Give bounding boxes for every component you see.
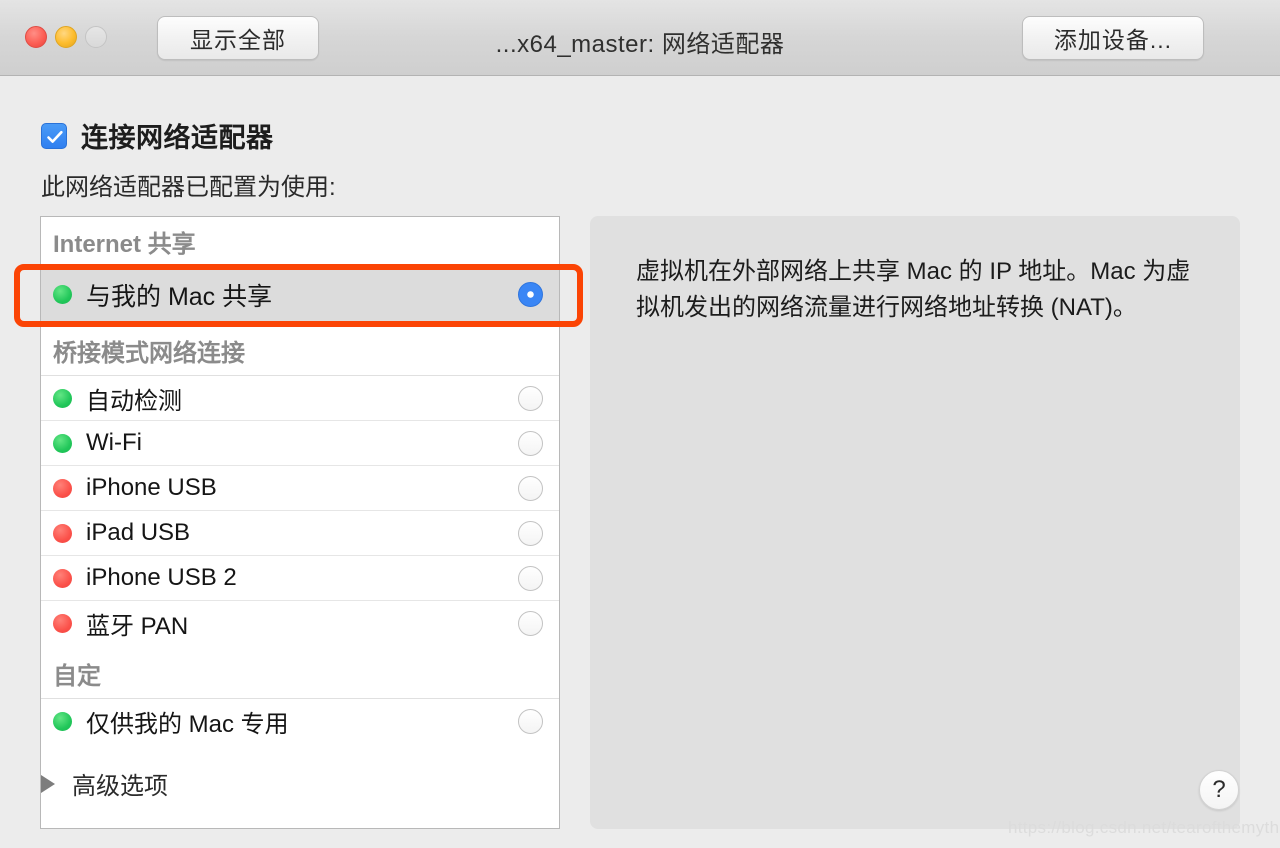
radio-button[interactable] — [518, 708, 543, 734]
dialog-content: 连接网络适配器 此网络适配器已配置为使用: Internet 共享 与我的 Ma… — [0, 76, 1280, 848]
list-item-label: Wi-Fi — [86, 429, 142, 456]
list-item-label: 仅供我的 Mac 专用 — [86, 710, 289, 738]
status-dot-green-icon — [53, 285, 72, 304]
advanced-options-disclosure[interactable]: 高级选项 — [41, 766, 168, 801]
radio-button[interactable] — [518, 565, 543, 591]
list-item-wifi[interactable]: Wi-Fi — [41, 421, 559, 465]
status-dot-red-icon — [53, 568, 72, 588]
radio-button-selected[interactable] — [518, 282, 543, 307]
list-item-label: iPhone USB — [86, 474, 217, 501]
list-item-share-with-my-mac[interactable]: 与我的 Mac 共享 — [41, 267, 559, 322]
list-item-iphone-usb[interactable]: iPhone USB — [41, 466, 559, 510]
help-button[interactable]: ? — [1199, 770, 1239, 810]
connect-adapter-label: 连接网络适配器 — [81, 123, 274, 153]
connect-adapter-checkbox-row[interactable]: 连接网络适配器 — [41, 116, 274, 155]
status-dot-red-icon — [53, 613, 72, 633]
list-item-label: 蓝牙 PAN — [86, 612, 189, 640]
advanced-options-label: 高级选项 — [72, 773, 168, 800]
list-item-ipad-usb[interactable]: iPad USB — [41, 511, 559, 555]
radio-button[interactable] — [518, 610, 543, 636]
radio-button[interactable] — [518, 385, 543, 411]
status-dot-green-icon — [53, 388, 72, 408]
chevron-right-icon[interactable] — [41, 774, 55, 793]
description-text: 虚拟机在外部网络上共享 Mac 的 IP 地址。Mac 为虚拟机发出的网络流量进… — [636, 258, 1191, 321]
status-dot-red-icon — [53, 478, 72, 498]
status-dot-green-icon — [53, 433, 72, 453]
list-item-iphone-usb-2[interactable]: iPhone USB 2 — [41, 556, 559, 600]
status-dot-green-icon — [53, 711, 72, 731]
radio-button[interactable] — [518, 520, 543, 546]
add-device-button[interactable]: 添加设备... — [1022, 16, 1204, 60]
list-item-bluetooth-pan[interactable]: 蓝牙 PAN — [41, 601, 559, 645]
group-header-internet-sharing: Internet 共享 — [41, 217, 559, 267]
list-item-label: iPad USB — [86, 519, 191, 546]
configured-for-label: 此网络适配器已配置为使用: — [41, 174, 336, 201]
description-panel: 虚拟机在外部网络上共享 Mac 的 IP 地址。Mac 为虚拟机发出的网络流量进… — [590, 216, 1240, 829]
checkmark-icon[interactable] — [41, 122, 67, 149]
radio-button[interactable] — [518, 475, 543, 501]
group-header-custom: 自定 — [41, 649, 559, 699]
network-list-panel[interactable]: Internet 共享 与我的 Mac 共享 桥接模式网络连接 自动检测 Wi-… — [40, 216, 560, 829]
radio-button[interactable] — [518, 430, 543, 456]
list-item-private-to-my-mac[interactable]: 仅供我的 Mac 专用 — [41, 699, 559, 743]
list-item-label: 自动检测 — [86, 387, 182, 415]
window-titlebar: 显示全部 ...x64_master: 网络适配器 添加设备... — [0, 0, 1280, 76]
list-item-label: 与我的 Mac 共享 — [86, 282, 273, 311]
group-header-bridged-networking: 桥接模式网络连接 — [41, 326, 559, 376]
status-dot-red-icon — [53, 523, 72, 543]
list-item-autodetect[interactable]: 自动检测 — [41, 376, 559, 420]
list-item-label: iPhone USB 2 — [86, 564, 237, 591]
watermark-text: https://blog.csdn.net/tearofthemyth — [1008, 818, 1280, 837]
